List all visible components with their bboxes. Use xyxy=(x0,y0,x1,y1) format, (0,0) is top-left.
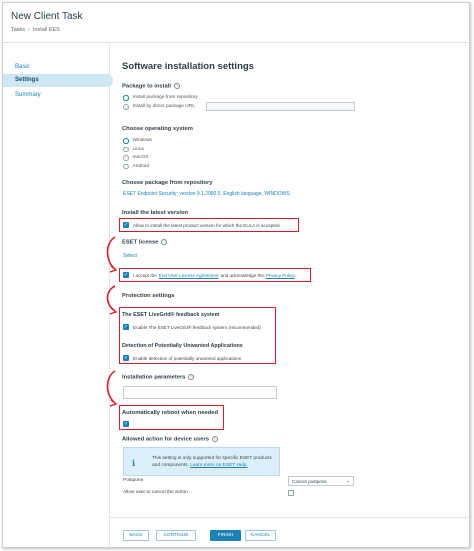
info-icon[interactable]: ? xyxy=(161,239,168,245)
repository-package-label: Choose package from repository xyxy=(122,180,213,186)
allowed-action-label: Allowed action for device users? xyxy=(122,436,218,443)
window-title: New Client Task xyxy=(11,11,83,22)
radio-selected-icon xyxy=(123,95,129,101)
latest-version-label: Install the latest version xyxy=(122,210,189,216)
radio-os-android[interactable]: Android xyxy=(123,163,149,169)
info-message-box: i This setting is only supported for spe… xyxy=(123,447,280,476)
highlight-latest-version xyxy=(119,218,299,232)
allow-cancel-checkbox[interactable] xyxy=(288,490,294,496)
settings-panel: Software installation settings Package t… xyxy=(110,43,469,547)
window-header: New Client Task Tasks › Install EES xyxy=(3,3,469,43)
highlight-license xyxy=(119,268,311,282)
radio-os-linux[interactable]: Linux xyxy=(123,146,144,152)
operating-system-label: Choose operating system xyxy=(122,126,193,132)
finish-button[interactable]: FINISH xyxy=(210,530,241,541)
red-arrow-icon xyxy=(106,236,118,273)
sidebar-item-summary[interactable]: Summary xyxy=(3,89,110,102)
red-arrow-icon xyxy=(106,370,118,407)
radio-icon xyxy=(123,155,129,161)
continue-button[interactable]: CONTINUE xyxy=(156,530,196,541)
breadcrumb-tasks[interactable]: Tasks xyxy=(11,27,25,33)
repository-package-link[interactable]: ESET Endpoint Security; version 9.1.2060… xyxy=(123,191,290,197)
breadcrumb-current: Install EES xyxy=(32,27,60,33)
radio-icon xyxy=(123,146,129,152)
eset-license-label: ESET license? xyxy=(122,239,168,246)
postpone-label: Postpone xyxy=(123,478,144,483)
footer-bar: BACK CONTINUE FINISH CANCEL xyxy=(110,517,469,547)
installation-parameters-input[interactable] xyxy=(123,386,277,399)
chevron-down-icon: ⌄ xyxy=(345,478,350,484)
radio-icon xyxy=(123,163,129,169)
select-license-link[interactable]: Select xyxy=(123,253,137,259)
info-icon[interactable]: ? xyxy=(211,436,218,442)
installation-parameters-label: Installation parameters? xyxy=(122,374,195,381)
highlight-auto-reboot xyxy=(119,405,224,430)
info-icon[interactable]: ? xyxy=(173,83,180,89)
radio-icon xyxy=(123,104,129,110)
breadcrumb: Tasks › Install EES xyxy=(11,27,60,33)
package-url-input[interactable] xyxy=(206,102,355,111)
back-button[interactable]: BACK xyxy=(123,530,149,541)
info-icon: i xyxy=(132,458,136,468)
chevron-right-icon: › xyxy=(28,27,30,33)
radio-install-by-url[interactable]: Install by direct package URL xyxy=(123,104,195,110)
sidebar-item-settings[interactable]: Settings xyxy=(3,74,113,87)
postpone-select[interactable]: Cannot postpone ⌄ xyxy=(288,476,354,486)
eset-help-link[interactable]: Learn more on ESET Help. xyxy=(190,463,248,468)
protection-settings-label: Protection settings xyxy=(122,293,175,299)
sidebar: Basic Settings Summary xyxy=(3,43,113,547)
radio-selected-icon xyxy=(123,138,129,144)
allow-cancel-label: Allow user to cancel the action xyxy=(123,490,188,495)
cancel-button[interactable]: CANCEL xyxy=(245,530,276,541)
highlight-protection xyxy=(119,307,276,364)
radio-os-macos[interactable]: macOS xyxy=(123,155,149,161)
radio-install-from-repository[interactable]: Install package from repository xyxy=(123,95,198,101)
radio-os-windows[interactable]: Windows xyxy=(123,138,152,144)
sidebar-item-basic[interactable]: Basic xyxy=(3,61,110,74)
client-task-window: New Client Task Tasks › Install EES Basic … xyxy=(2,2,470,548)
package-to-install-label: Package to install? xyxy=(122,83,180,90)
page-title: Software installation settings xyxy=(122,61,254,72)
info-icon[interactable]: ? xyxy=(188,374,195,380)
red-arrow-icon xyxy=(106,285,118,315)
